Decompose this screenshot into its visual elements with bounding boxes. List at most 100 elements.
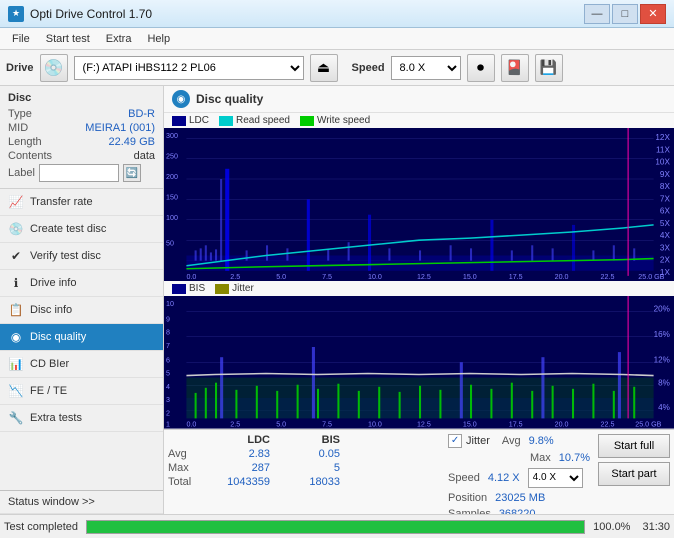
maximize-button[interactable]: □ [612,4,638,24]
start-full-button[interactable]: Start full [598,434,670,458]
drive-icon-button[interactable]: 💿 [40,54,68,82]
nav-extra-tests[interactable]: 🔧 Extra tests [0,405,163,432]
svg-text:22.5: 22.5 [601,273,615,281]
nav-create-test-disc[interactable]: 💿 Create test disc [0,216,163,243]
jitter-checkbox[interactable]: ✓ [448,434,462,448]
label-refresh-button[interactable]: 🔄 [123,164,141,182]
svg-text:1: 1 [166,421,170,429]
disc-info-section: Disc Type BD-R MID MEIRA1 (001) Length 2… [0,86,163,189]
ldc-legend-label: LDC [189,115,209,126]
svg-text:20.0: 20.0 [555,421,569,429]
chart2-legend: BIS Jitter [164,281,674,296]
drive-select[interactable]: (F:) ATAPI iHBS112 2 PL06 [74,56,304,80]
nav-fe-te[interactable]: 📉 FE / TE [0,378,163,405]
nav-drive-info[interactable]: ℹ Drive info [0,270,163,297]
nav-drive-info-label: Drive info [30,277,76,289]
svg-text:16%: 16% [654,330,670,339]
close-button[interactable]: ✕ [640,4,666,24]
svg-text:12X: 12X [655,133,670,142]
bottom-stats: LDC BIS Avg 2.83 0.05 Max 287 5 Total 10… [164,429,674,514]
disc-quality-title: Disc quality [196,92,263,106]
toolbar: Drive 💿 (F:) ATAPI iHBS112 2 PL06 ⏏ Spee… [0,50,674,86]
speed-section-label: Speed [448,472,480,484]
avg-ldc-value: 2.83 [208,448,278,460]
svg-text:12.5: 12.5 [417,273,431,281]
chart1-legend: LDC Read speed Write speed [164,113,674,128]
svg-text:200: 200 [166,173,178,181]
svg-text:20.0: 20.0 [555,273,569,281]
menu-start-test[interactable]: Start test [38,31,98,47]
start-part-button[interactable]: Start part [598,462,670,486]
speed-selector[interactable]: 4.0 X 2.0 X 8.0 X [528,468,583,488]
read-speed-legend-label: Read speed [236,115,290,126]
nav-disc-info-label: Disc info [30,304,72,316]
svg-text:3: 3 [166,396,170,404]
nav-disc-quality[interactable]: ◉ Disc quality [0,324,163,351]
svg-text:8X: 8X [660,182,671,191]
svg-text:2.5: 2.5 [230,273,240,281]
svg-text:8%: 8% [658,379,670,388]
nav-cd-bier[interactable]: 📊 CD BIer [0,351,163,378]
nav-transfer-rate-label: Transfer rate [30,196,93,208]
progress-bar-outer [86,520,585,534]
label-key: Label [8,167,35,179]
record-button[interactable]: ⏺ [467,54,495,82]
svg-text:9: 9 [166,315,170,323]
svg-text:15.0: 15.0 [463,273,477,281]
position-value: 23025 MB [495,492,545,504]
speed-label: Speed [352,62,385,74]
jitter-max-value: 10.7% [559,452,590,464]
verify-test-disc-icon: ✔ [8,248,24,264]
cd-bier-icon: 📊 [8,356,24,372]
nav-transfer-rate[interactable]: 📈 Transfer rate [0,189,163,216]
jitter-section: ✓ Jitter Avg 9.8% [448,434,590,448]
nav-verify-test-disc[interactable]: ✔ Verify test disc [0,243,163,270]
avg-label: Avg [168,448,208,460]
menu-help[interactable]: Help [139,31,178,47]
svg-text:17.5: 17.5 [509,273,523,281]
speed-select[interactable]: 8.0 X [391,56,461,80]
svg-text:25.0 GB: 25.0 GB [635,421,661,429]
contents-label: Contents [8,150,52,162]
svg-text:5X: 5X [660,219,671,228]
svg-text:6X: 6X [660,207,671,216]
eject-button[interactable]: ⏏ [310,54,338,82]
menu-file[interactable]: File [4,31,38,47]
bis-chart: 20% 16% 12% 8% 4% 10 9 8 7 6 5 4 3 2 1 [164,296,674,429]
disc-quality-icon: ◉ [8,329,24,345]
max-ldc-value: 287 [208,462,278,474]
svg-text:2: 2 [166,409,170,417]
ldc-chart: 12X 11X 10X 9X 8X 7X 6X 5X 4X 3X 2X 1X 3… [164,128,674,281]
nav-status-window[interactable]: Status window >> [0,490,163,514]
card-button[interactable]: 🎴 [501,54,529,82]
titlebar: ★ Opti Drive Control 1.70 — □ ✕ [0,0,674,28]
extra-tests-icon: 🔧 [8,410,24,426]
total-ldc-value: 1043359 [208,476,278,488]
save-button[interactable]: 💾 [535,54,563,82]
svg-text:0.0: 0.0 [186,421,196,429]
svg-text:5.0: 5.0 [276,273,286,281]
svg-text:7.5: 7.5 [322,421,332,429]
svg-text:2.5: 2.5 [230,421,240,429]
disc-info-icon: 📋 [8,302,24,318]
menu-extra[interactable]: Extra [98,31,140,47]
jitter-legend-label: Jitter [232,283,254,294]
nav-disc-quality-label: Disc quality [30,331,86,343]
disc-section-title: Disc [8,92,155,104]
svg-text:10X: 10X [655,158,670,167]
ldc-column-header: LDC [208,434,278,446]
jitter-max-row: Max 10.7% [448,452,590,464]
label-input[interactable] [39,164,119,182]
nav-disc-info[interactable]: 📋 Disc info [0,297,163,324]
bis-legend-label: BIS [189,283,205,294]
svg-text:10.0: 10.0 [368,273,382,281]
stats-table-area: LDC BIS Avg 2.83 0.05 Max 287 5 Total 10… [168,434,448,514]
svg-text:100: 100 [166,214,178,222]
fe-te-icon: 📉 [8,383,24,399]
progress-bar-inner [87,521,584,533]
menubar: File Start test Extra Help [0,28,674,50]
svg-text:7.5: 7.5 [322,273,332,281]
svg-text:6: 6 [166,356,170,364]
svg-text:4X: 4X [660,231,671,240]
minimize-button[interactable]: — [584,4,610,24]
